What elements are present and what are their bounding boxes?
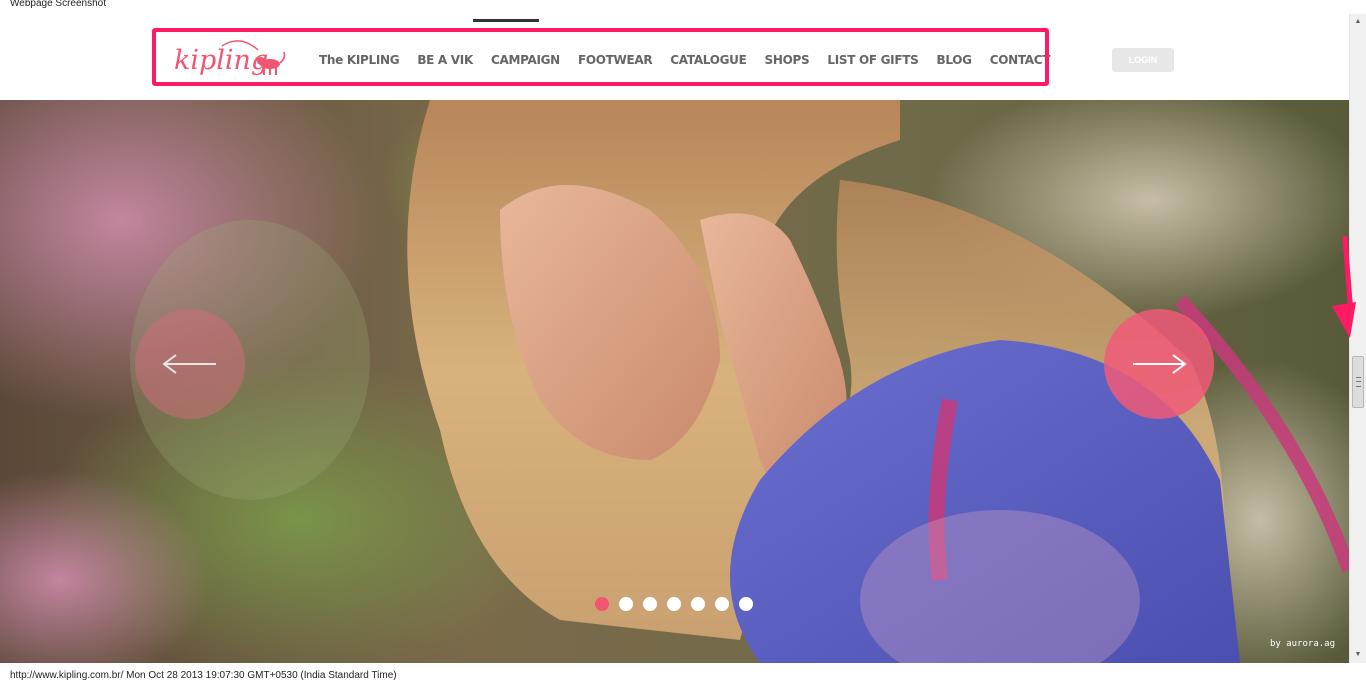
nav-item-footwear[interactable]: FOOTWEAR <box>578 53 653 67</box>
annotation-arrow-icon <box>1332 236 1356 338</box>
logo-text: kipling <box>174 45 268 76</box>
nav-item-campaign[interactable]: CAMPAIGN <box>491 53 560 67</box>
nav-item-shops[interactable]: SHOPS <box>765 53 810 67</box>
slider-prev-button[interactable] <box>135 309 245 419</box>
page: Webpage Screenshot kipling The KIPLING B… <box>0 0 1366 683</box>
image-credit[interactable]: by aurora.ag <box>1270 639 1335 649</box>
active-nav-indicator <box>473 19 539 22</box>
nav-item-list-of-gifts[interactable]: LIST OF GIFTS <box>827 53 918 67</box>
scrollbar-thumb[interactable] <box>1352 356 1364 408</box>
slider-dot[interactable] <box>595 597 609 611</box>
nav-item-be-a-vik[interactable]: BE A VIK <box>417 53 473 67</box>
slider-next-button[interactable] <box>1104 309 1214 419</box>
scroll-up-icon[interactable]: ▲ <box>1350 14 1366 30</box>
page-url-timestamp: http://www.kipling.com.br/ Mon Oct 28 20… <box>10 670 397 681</box>
scroll-down-icon[interactable]: ▼ <box>1350 647 1366 663</box>
slider-dot[interactable] <box>643 597 657 611</box>
login-button[interactable]: LOGIN <box>1112 48 1174 72</box>
grip-icon <box>1356 377 1361 387</box>
slider-dot[interactable] <box>691 597 705 611</box>
hero-slider: by aurora.ag <box>0 100 1349 663</box>
main-nav: The KIPLING BE A VIK CAMPAIGN FOOTWEAR C… <box>310 50 1059 70</box>
arrow-left-icon <box>162 354 216 374</box>
kipling-logo[interactable]: kipling <box>170 36 288 80</box>
nav-item-the-kipling[interactable]: The KIPLING <box>319 53 400 67</box>
nav-item-contact[interactable]: CONTACT <box>990 53 1051 67</box>
arrow-right-icon <box>1133 354 1187 374</box>
nav-item-blog[interactable]: BLOG <box>936 53 972 67</box>
slider-dot[interactable] <box>667 597 681 611</box>
slider-dot[interactable] <box>619 597 633 611</box>
slider-dot[interactable] <box>715 597 729 611</box>
slider-dot[interactable] <box>739 597 753 611</box>
nav-item-catalogue[interactable]: CATALOGUE <box>670 53 747 67</box>
slider-pagination <box>595 597 763 611</box>
screenshot-title: Webpage Screenshot <box>10 0 106 9</box>
